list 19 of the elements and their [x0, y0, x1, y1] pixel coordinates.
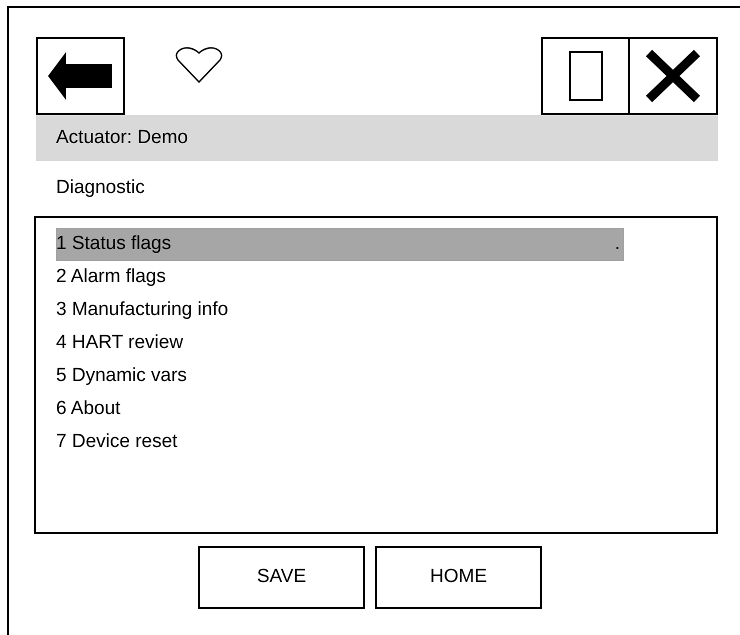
section-title: Diagnostic — [56, 176, 145, 200]
action-button[interactable]: HOME — [375, 546, 542, 609]
menu-item[interactable]: 3 Manufacturing info — [56, 294, 232, 327]
device-title: Actuator: Demo — [56, 126, 188, 150]
close-icon — [645, 49, 701, 103]
window-button[interactable] — [541, 37, 630, 115]
back-button[interactable] — [36, 37, 125, 115]
rectangle-icon — [568, 51, 602, 101]
menu-item[interactable]: 7 Device reset — [56, 426, 182, 459]
heart-icon — [175, 47, 223, 83]
menu-item[interactable]: 5 Dynamic vars — [56, 360, 191, 393]
action-button[interactable]: SAVE — [198, 546, 365, 609]
menu-item[interactable]: 6 About — [56, 393, 124, 426]
menu-item[interactable]: 1 Status flags . — [56, 228, 624, 261]
menu-item[interactable]: 2 Alarm flags — [56, 261, 170, 294]
favorite-button[interactable] — [175, 47, 223, 83]
left-arrow-icon — [48, 52, 114, 100]
menu-item[interactable]: 4 HART review — [56, 327, 188, 360]
close-button[interactable] — [628, 37, 718, 115]
